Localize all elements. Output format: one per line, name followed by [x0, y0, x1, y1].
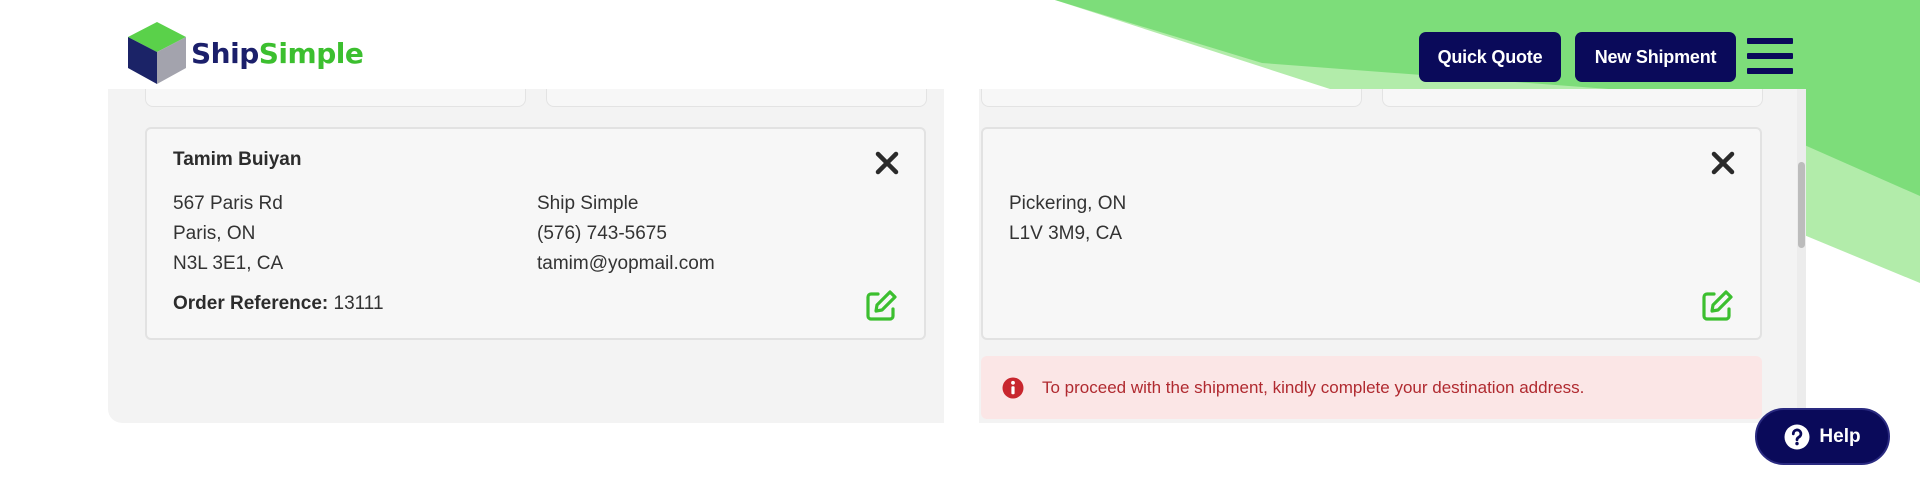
card-stub [1382, 89, 1763, 107]
scrollbar-thumb[interactable] [1798, 162, 1805, 248]
order-reference-value: 13111 [333, 293, 384, 314]
order-reference-label: Order Reference: [173, 293, 329, 314]
address-line: L1V 3M9, CA [1009, 223, 1122, 244]
quick-quote-button[interactable]: Quick Quote [1419, 32, 1561, 82]
address-line: 567 Paris Rd [173, 193, 283, 214]
destination-warning-alert: To proceed with the shipment, kindly com… [981, 356, 1762, 419]
alert-message: To proceed with the shipment, kindly com… [1042, 377, 1585, 397]
origin-address-card: Tamim Buiyan 567 Paris Rd Paris, ON N3L … [145, 127, 926, 340]
question-circle-icon [1784, 424, 1810, 449]
column-divider [944, 89, 979, 423]
address-line: N3L 3E1, CA [173, 253, 284, 274]
new-shipment-button[interactable]: New Shipment [1575, 32, 1736, 82]
address-line: Pickering, ON [1009, 193, 1127, 214]
phone-number: (576) 743-5675 [537, 223, 667, 244]
email-address: tamim@yopmail.com [537, 253, 715, 274]
brand-name: ShipSimple [191, 36, 364, 70]
logo-cube-icon [128, 22, 186, 84]
help-label: Help [1819, 425, 1861, 447]
hamburger-icon[interactable] [1747, 38, 1793, 74]
card-stub [546, 89, 927, 107]
address-line: Paris, ON [173, 223, 256, 244]
close-icon[interactable] [873, 149, 901, 177]
card-stub [981, 89, 1362, 107]
scrollbar-track[interactable] [1797, 89, 1806, 423]
contact-name: Tamim Buiyan [173, 149, 302, 170]
edit-icon[interactable] [1700, 289, 1734, 323]
order-reference: Order Reference: 13111 [173, 293, 384, 315]
close-icon[interactable] [1709, 149, 1737, 177]
edit-icon[interactable] [864, 289, 898, 323]
card-stub [145, 89, 526, 107]
brand-logo[interactable]: ShipSimple [125, 20, 364, 86]
info-icon [1002, 377, 1024, 398]
company-name: Ship Simple [537, 193, 639, 214]
destination-address-card: Pickering, ON L1V 3M9, CA [981, 127, 1762, 340]
help-button[interactable]: Help [1755, 408, 1890, 465]
